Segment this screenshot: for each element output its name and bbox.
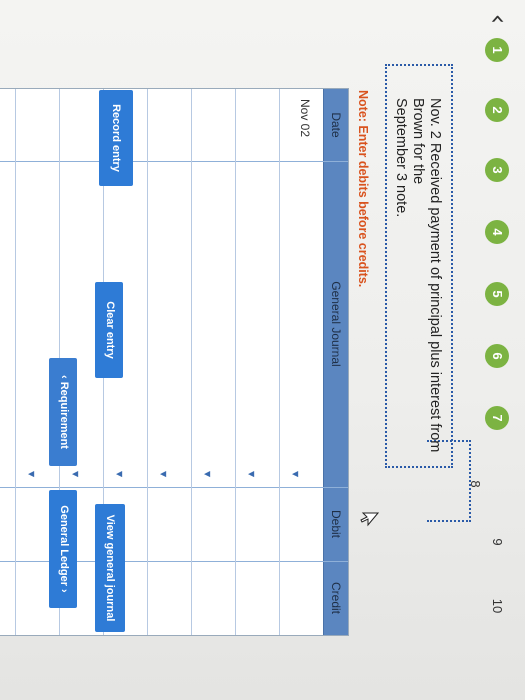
requirement-button[interactable]: ‹ Requirement xyxy=(49,358,77,466)
column-divider xyxy=(0,487,348,488)
step-7[interactable]: 7 xyxy=(485,406,509,430)
chevron-down-icon[interactable]: ▼ xyxy=(203,471,212,477)
chevron-down-icon[interactable]: ▼ xyxy=(115,471,124,477)
prompt-line-1: Nov. 2 Received payment of principal plu… xyxy=(410,98,443,453)
chevron-down-icon[interactable]: ▼ xyxy=(27,471,36,477)
row-divider xyxy=(15,89,16,635)
debits-note: Note: Enter debits before credits. xyxy=(356,90,370,288)
column-divider xyxy=(0,161,348,162)
step-1[interactable]: 1 xyxy=(485,38,509,62)
view-general-journal-button[interactable]: View general journal xyxy=(95,504,125,632)
header-credit: Credit xyxy=(329,581,343,614)
chevron-down-icon[interactable]: ▼ xyxy=(159,471,168,477)
step-3[interactable]: 3 xyxy=(485,158,509,182)
header-date: Date xyxy=(329,112,343,138)
step-6[interactable]: 6 xyxy=(485,344,509,368)
chevron-down-icon[interactable]: ▼ xyxy=(291,471,300,477)
step-4[interactable]: 4 xyxy=(485,220,509,244)
step-10[interactable]: 10 xyxy=(485,592,509,620)
prompt-line-2: September 3 note. xyxy=(393,98,409,218)
record-entry-button[interactable]: Record entry xyxy=(99,90,133,186)
back-chevron-icon[interactable]: ‹ xyxy=(483,4,513,34)
row-1-date[interactable]: Nov 02 xyxy=(298,99,312,137)
chevron-down-icon[interactable]: ▼ xyxy=(71,471,80,477)
row-divider xyxy=(147,89,148,635)
cursor-icon xyxy=(360,512,379,527)
transaction-prompt: Nov. 2 Received payment of principal plu… xyxy=(392,98,443,458)
row-divider xyxy=(279,89,280,635)
general-ledger-button[interactable]: General Ledger › xyxy=(49,490,77,608)
clear-entry-button[interactable]: Clear entry xyxy=(95,282,123,378)
row-divider xyxy=(235,89,236,635)
table-header: Date General Journal Debit Credit xyxy=(323,89,348,635)
step-5[interactable]: 5 xyxy=(485,282,509,306)
header-debit: Debit xyxy=(329,509,343,538)
row-1-account-select[interactable] xyxy=(292,169,312,469)
step-9[interactable]: 9 xyxy=(485,528,509,556)
header-general-journal: General Journal xyxy=(329,281,343,367)
chevron-down-icon[interactable]: ▼ xyxy=(247,471,256,477)
row-divider xyxy=(191,89,192,635)
step-2[interactable]: 2 xyxy=(485,98,509,122)
